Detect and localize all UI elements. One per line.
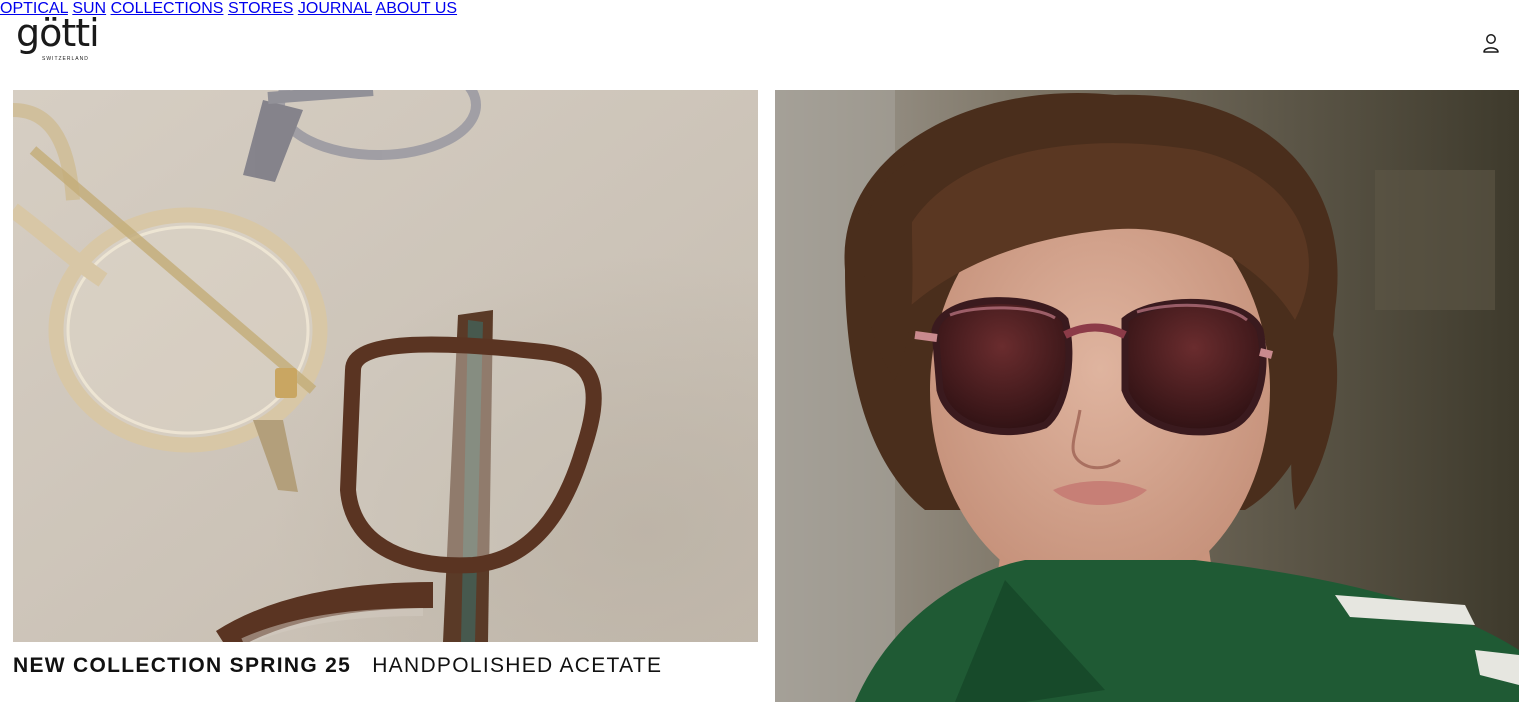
nav-item-stores[interactable]: STORES — [228, 0, 294, 17]
eyeglasses-on-felt-photo[interactable] — [13, 90, 758, 642]
caption-collection-title: NEW COLLECTION SPRING 25 — [13, 654, 352, 677]
brand-wordmark: götti — [16, 11, 100, 55]
brand-tagline: SWITZERLAND — [42, 56, 89, 62]
nav-item-collections[interactable]: COLLECTIONS — [111, 0, 224, 17]
brand-logo[interactable]: götti SWITZERLAND — [16, 14, 106, 66]
site-header: götti SWITZERLAND OPTICAL SUN COLLECTION… — [0, 0, 1532, 90]
hero-caption[interactable]: NEW COLLECTION SPRING 25 HANDPOLISHED AC… — [13, 652, 662, 682]
caption-collection-subtitle: HANDPOLISHED ACETATE — [372, 654, 663, 677]
model-wearing-sunglasses-photo[interactable] — [775, 90, 1519, 702]
main-nav: OPTICAL SUN COLLECTIONS STORES JOURNAL A… — [0, 0, 1532, 18]
user-icon[interactable] — [1481, 32, 1501, 54]
nav-item-about-us[interactable]: ABOUT US — [376, 0, 458, 17]
nav-item-journal[interactable]: JOURNAL — [298, 0, 372, 17]
